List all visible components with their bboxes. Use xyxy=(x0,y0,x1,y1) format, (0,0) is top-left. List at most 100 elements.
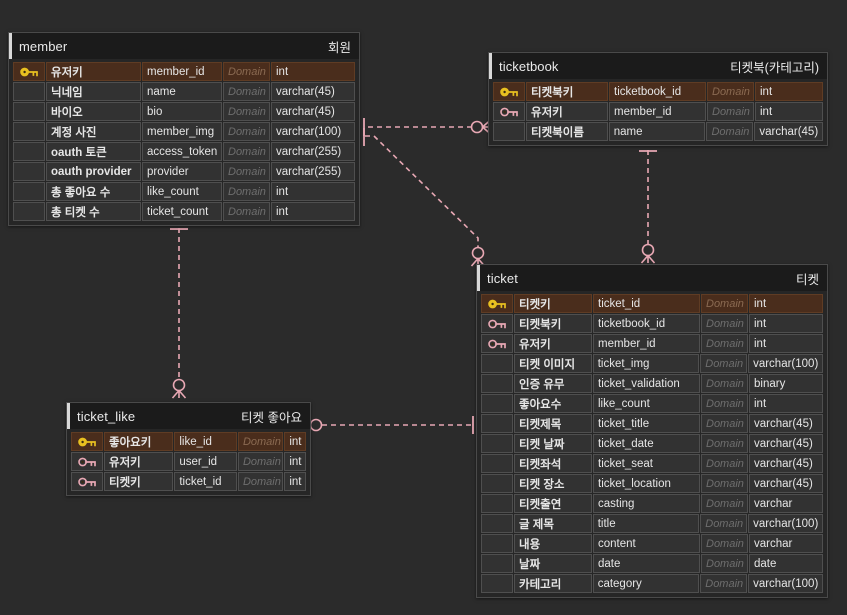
column-logical-name: 유저키 xyxy=(514,334,592,353)
column-logical-name: 총 티켓 수 xyxy=(46,202,141,221)
column-row[interactable]: oauth 토큰 access_token Domain varchar(255) xyxy=(13,142,355,161)
column-row[interactable]: oauth provider provider Domain varchar(255) xyxy=(13,162,355,181)
entity-physical-name: ticket_like xyxy=(77,408,136,424)
column-data-type: int xyxy=(749,294,823,313)
column-domain: Domain xyxy=(223,162,270,181)
column-row[interactable]: 총 좋아요 수 like_count Domain int xyxy=(13,182,355,201)
column-domain: Domain xyxy=(223,142,270,161)
foreign-key-icon xyxy=(71,472,103,491)
column-data-type: varchar(45) xyxy=(749,474,823,493)
key-cell-empty xyxy=(481,474,513,493)
key-cell-empty xyxy=(13,142,45,161)
column-row[interactable]: 유저키 member_id Domain int xyxy=(481,334,823,353)
entity-columns: 유저키 member_id Domain int 닉네임 name Domain varcha… xyxy=(9,59,359,225)
column-physical-name: name xyxy=(142,82,222,101)
column-data-type: varchar(255) xyxy=(271,162,355,181)
column-domain: Domain xyxy=(223,122,270,141)
entity-ticket[interactable]: ticket 티켓티켓키 ticket_id Domain int 티켓북키 ticketb… xyxy=(476,264,828,598)
column-physical-name: like_count xyxy=(142,182,222,201)
column-row[interactable]: 닉네임 name Domain varchar(45) xyxy=(13,82,355,101)
entity-ticketbook[interactable]: ticketbook 티켓북(카테고리) 티켓북키 ticketbook_id Doma… xyxy=(488,52,828,146)
column-physical-name: like_count xyxy=(593,394,700,413)
entity-columns: 좋아요키 like_id Domain int 유저키 user_id Domain int 티… xyxy=(67,429,310,495)
column-row[interactable]: 티켓 장소 ticket_location Domain varchar(45) xyxy=(481,474,823,493)
column-data-type: int xyxy=(749,334,823,353)
column-row[interactable]: 티켓좌석 ticket_seat Domain varchar(45) xyxy=(481,454,823,473)
column-logical-name: 내용 xyxy=(514,534,592,553)
entity-title-ticketbook[interactable]: ticketbook 티켓북(카테고리) xyxy=(489,53,827,79)
column-logical-name: 티켓북키 xyxy=(514,314,592,333)
entity-ticket-like[interactable]: ticket_like 티켓 좋아요좋아요키 like_id Domain int 유저키… xyxy=(66,402,311,496)
column-logical-name: 총 좋아요 수 xyxy=(46,182,141,201)
column-physical-name: content xyxy=(593,534,700,553)
entity-logical-name: 티켓 좋아요 xyxy=(241,410,302,425)
column-row[interactable]: 티켓제목 ticket_title Domain varchar(45) xyxy=(481,414,823,433)
entity-physical-name: ticketbook xyxy=(499,58,559,74)
column-data-type: int xyxy=(749,394,823,413)
erd-canvas[interactable]: member 회원 유저키 member_id Domain int 닉네임 name Doma… xyxy=(0,0,847,615)
column-logical-name: 유저키 xyxy=(526,102,608,121)
key-cell-empty xyxy=(481,514,513,533)
column-data-type: varchar(45) xyxy=(749,454,823,473)
column-row[interactable]: 유저키 member_id Domain int xyxy=(493,102,823,121)
column-physical-name: member_img xyxy=(142,122,222,141)
column-row[interactable]: 티켓출연 casting Domain varchar xyxy=(481,494,823,513)
column-row[interactable]: 날짜 date Domain date xyxy=(481,554,823,573)
relationship-ticketbook-ticket[interactable] xyxy=(639,150,657,264)
column-logical-name: oauth provider xyxy=(46,162,141,181)
column-domain: Domain xyxy=(223,182,270,201)
column-row[interactable]: 티켓북이름 name Domain varchar(45) xyxy=(493,122,823,141)
entity-title-ticket[interactable]: ticket 티켓 xyxy=(477,265,827,291)
column-data-type: varchar(255) xyxy=(271,142,355,161)
column-logical-name: 티켓 이미지 xyxy=(514,354,592,373)
column-row[interactable]: 티켓 날짜 ticket_date Domain varchar(45) xyxy=(481,434,823,453)
column-data-type: int xyxy=(749,314,823,333)
column-logical-name: 좋아요수 xyxy=(514,394,592,413)
relationship-member-ticket[interactable] xyxy=(363,128,486,267)
column-physical-name: bio xyxy=(142,102,222,121)
relationship-ticket-ticketlike[interactable] xyxy=(302,416,474,434)
column-row[interactable]: 유저키 member_id Domain int xyxy=(13,62,355,81)
key-cell-empty xyxy=(13,202,45,221)
column-logical-name: 유저키 xyxy=(46,62,141,81)
column-row[interactable]: 유저키 user_id Domain int xyxy=(71,452,306,471)
key-cell-empty xyxy=(481,494,513,513)
column-row[interactable]: 티켓북키 ticketbook_id Domain int xyxy=(481,314,823,333)
column-domain: Domain xyxy=(237,452,284,471)
column-row[interactable]: 티켓북키 ticketbook_id Domain int xyxy=(493,82,823,101)
column-logical-name: 티켓좌석 xyxy=(514,454,592,473)
column-data-type: int xyxy=(271,202,355,221)
column-row[interactable]: 인증 유무 ticket_validation Domain binary xyxy=(481,374,823,393)
primary-key-icon xyxy=(493,82,525,101)
entity-member[interactable]: member 회원 유저키 member_id Domain int 닉네임 name Doma… xyxy=(8,32,360,226)
entity-title-ticket_like[interactable]: ticket_like 티켓 좋아요 xyxy=(67,403,310,429)
column-row[interactable]: 계정 사진 member_img Domain varchar(100) xyxy=(13,122,355,141)
column-data-type: int xyxy=(284,452,306,471)
column-row[interactable]: 총 티켓 수 ticket_count Domain int xyxy=(13,202,355,221)
column-row[interactable]: 좋아요키 like_id Domain int xyxy=(71,432,306,451)
column-row[interactable]: 카테고리 category Domain varchar(100) xyxy=(481,574,823,593)
key-cell-empty xyxy=(13,102,45,121)
column-logical-name: 글 제목 xyxy=(514,514,592,533)
entity-title-member[interactable]: member 회원 xyxy=(9,33,359,59)
column-logical-name: 인증 유무 xyxy=(514,374,592,393)
column-row[interactable]: 티켓키 ticket_id Domain int xyxy=(71,472,306,491)
relationship-member-ticketlike[interactable] xyxy=(170,228,188,399)
column-domain: Domain xyxy=(237,472,284,491)
primary-key-icon xyxy=(481,294,513,313)
column-data-type: varchar(45) xyxy=(749,414,823,433)
key-cell-empty xyxy=(481,394,513,413)
column-data-type: varchar(100) xyxy=(748,514,823,533)
column-row[interactable]: 내용 content Domain varchar xyxy=(481,534,823,553)
column-row[interactable]: 바이오 bio Domain varchar(45) xyxy=(13,102,355,121)
column-domain: Domain xyxy=(707,82,754,101)
column-row[interactable]: 티켓키 ticket_id Domain int xyxy=(481,294,823,313)
column-data-type: varchar(100) xyxy=(748,354,823,373)
column-row[interactable]: 좋아요수 like_count Domain int xyxy=(481,394,823,413)
column-row[interactable]: 티켓 이미지 ticket_img Domain varchar(100) xyxy=(481,354,823,373)
column-row[interactable]: 글 제목 title Domain varchar(100) xyxy=(481,514,823,533)
column-data-type: int xyxy=(271,182,355,201)
relationship-member-ticketbook[interactable] xyxy=(363,118,491,136)
entity-logical-name: 티켓 xyxy=(795,272,819,287)
key-cell-empty xyxy=(481,534,513,553)
